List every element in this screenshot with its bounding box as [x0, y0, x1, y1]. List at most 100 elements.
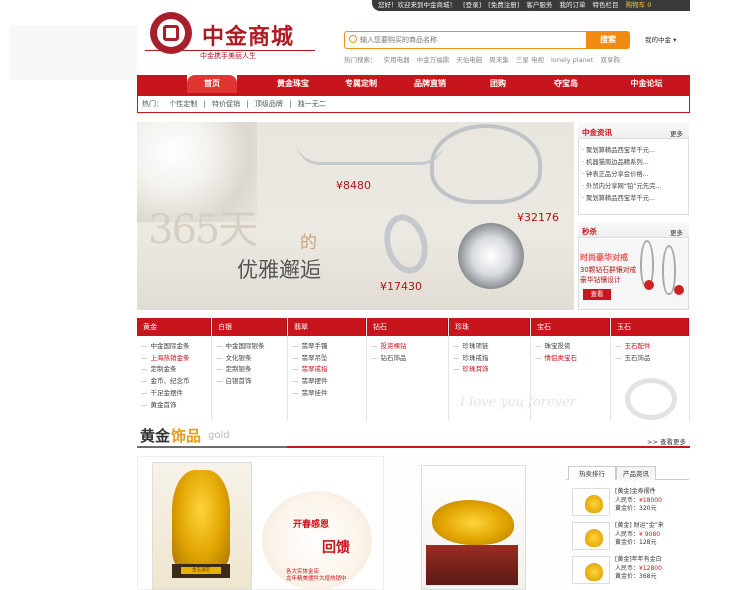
- nav-brand[interactable]: 品牌直销: [399, 75, 461, 93]
- category-link[interactable]: — 黄金首饰: [141, 400, 211, 412]
- list-item[interactable]: [黄金]金寿摆件 人民币：¥18000 黄金价：320元: [568, 486, 688, 518]
- dash-icon: —: [535, 353, 542, 362]
- logo-title[interactable]: 中金商城: [202, 19, 294, 51]
- dash-icon: —: [292, 377, 299, 386]
- category-items: — 珠宝投资 — 情侣类宝石: [531, 336, 610, 364]
- category-link[interactable]: — 白银首饰: [216, 376, 287, 388]
- login-link[interactable]: [登录]: [463, 1, 481, 9]
- news-item-text: 外贸内分享网“铂”元先完...: [586, 183, 662, 190]
- search-button[interactable]: 搜索: [586, 31, 630, 49]
- section-more-link[interactable]: >> 查看更多: [647, 436, 686, 446]
- category-link-text: 情侣类宝石: [544, 353, 578, 362]
- nav-forum[interactable]: 中金论坛: [603, 75, 690, 93]
- hot-search-link[interactable]: 双享购: [600, 56, 620, 64]
- hot-search-label: 热门搜索：: [344, 56, 377, 64]
- price-label: 人民币：: [615, 530, 640, 538]
- category-link[interactable]: — 翡翠戒指: [292, 364, 366, 376]
- category-link[interactable]: — 文化银条: [216, 353, 287, 365]
- category-link[interactable]: — 中金国际银条: [216, 341, 287, 353]
- category-header[interactable]: 玉石: [611, 318, 689, 336]
- news-item[interactable]: · 机器猫周边品精系列...: [582, 157, 686, 169]
- hot-search-link[interactable]: 实用电器: [384, 56, 410, 64]
- customer-service-link[interactable]: 客户服务: [526, 1, 552, 9]
- section-title: 黄金: [140, 427, 171, 445]
- product-price-row: 人民币：¥12800: [615, 565, 662, 574]
- flash-sale-line2: 30颗钻石群镶对戒 豪华钻镶设计: [580, 266, 637, 284]
- category-link[interactable]: — 翡翠手镯: [292, 341, 366, 353]
- my-center-dropdown[interactable]: 我的中金 ▾: [645, 34, 676, 44]
- hot-search-link[interactable]: 周末集: [489, 56, 509, 64]
- category-link[interactable]: — 翡翠挂件: [292, 388, 366, 400]
- news-more-link[interactable]: 更多: [670, 128, 683, 138]
- category-link[interactable]: — 上海热销金条: [141, 353, 211, 365]
- nav-custom[interactable]: 专属定制: [330, 75, 392, 93]
- category-link[interactable]: — 钻石饰品: [371, 353, 448, 365]
- hot-search-link[interactable]: 天伯电脑: [456, 56, 482, 64]
- list-item[interactable]: [黄金] 财运“金”来 人民币：¥ 9080 黄金价：128元: [568, 520, 688, 552]
- category-column: 黄金 — 中金国际金条 — 上海热销金条 — 定制金条 — 金币、纪念币 — 千足金摆件 — 黄金首饰: [137, 318, 212, 421]
- gold-label: 黄金价：: [615, 539, 640, 546]
- top-bar: 您好！欢迎来到中金商城！ [登录] [免费注册] 客户服务 我的订单 特色栏目 …: [372, 0, 690, 11]
- category-link-text: 文化银条: [225, 353, 252, 362]
- list-item[interactable]: [黄金]年年有金白 人民币：¥12800 黄金价：368元: [568, 554, 688, 586]
- nav-treasure-island[interactable]: 夺宝岛: [535, 75, 597, 93]
- category-link-text: 珠宝投资: [544, 342, 571, 350]
- nav-gold-jewelry[interactable]: 黄金珠宝: [262, 75, 324, 93]
- category-header[interactable]: 黄金: [137, 318, 211, 336]
- quick-link[interactable]: 特价促销: [212, 100, 240, 108]
- category-link[interactable]: — 金币、纪念币: [141, 376, 211, 388]
- flash-sale-view-button[interactable]: 查看: [583, 289, 611, 300]
- category-link-text: 千足金摆件: [150, 388, 184, 397]
- banner-price: ¥32176: [517, 211, 559, 224]
- news-item[interactable]: · 外贸内分享网“铂”元先完...: [582, 181, 686, 193]
- category-link[interactable]: — 投资裸钻: [371, 341, 448, 353]
- category-link[interactable]: — 千足金摆件: [141, 388, 211, 400]
- category-link[interactable]: — 情侣类宝石: [535, 353, 610, 365]
- category-column: 白银 — 中金国际银条 — 文化银条 — 定制银条 — 白银首饰: [212, 318, 288, 421]
- category-link[interactable]: — 珍珠项链: [453, 341, 530, 353]
- price-value: ¥18000: [639, 496, 662, 504]
- search-input[interactable]: [360, 33, 580, 46]
- category-link-text: 珍珠项链: [462, 342, 489, 350]
- category-header[interactable]: 翡翠: [288, 318, 366, 336]
- hot-search-link[interactable]: 三星 电视: [516, 56, 544, 64]
- hot-search-link[interactable]: lonely planet: [551, 56, 593, 64]
- category-link[interactable]: — 珠宝投资: [535, 341, 610, 353]
- hot-search-link[interactable]: 中金万福鼎: [417, 56, 450, 64]
- category-link[interactable]: — 玉石饰品: [615, 353, 689, 365]
- featured-link[interactable]: 特色栏目: [593, 1, 619, 9]
- category-link[interactable]: — 中金国际金条: [141, 341, 211, 353]
- quick-link[interactable]: 个性定制: [169, 100, 197, 108]
- nav-home[interactable]: 首页: [187, 75, 237, 93]
- tab-hot-sales[interactable]: 热卖排行: [568, 466, 616, 480]
- category-link[interactable]: — 珍珠戒指: [453, 353, 530, 365]
- category-header[interactable]: 宝石: [531, 318, 610, 336]
- news-item[interactable]: · 聚划算精品西宝萃千元...: [582, 145, 686, 157]
- quick-link[interactable]: 顶级品牌: [255, 100, 283, 108]
- category-link[interactable]: — 珍珠耳饰: [453, 364, 530, 376]
- category-link[interactable]: — 定制银条: [216, 364, 287, 376]
- category-header[interactable]: 白银: [212, 318, 287, 336]
- category-link[interactable]: — 玉石配件: [615, 341, 689, 353]
- register-link[interactable]: [免费注册]: [488, 1, 519, 9]
- flash-sale-line1: 时尚豪华对戒: [580, 253, 628, 262]
- banner-subtitle: 优雅邂逅: [237, 258, 321, 282]
- news-item[interactable]: · 聚划算精品西宝萃千元...: [582, 193, 686, 205]
- my-orders-link[interactable]: 我的订单: [559, 1, 585, 9]
- section-subtitle: gold: [208, 430, 230, 441]
- category-header[interactable]: 珍珠: [449, 318, 530, 336]
- category-header[interactable]: 钻石: [367, 318, 448, 336]
- news-item[interactable]: · 钟表正品分享会价格...: [582, 169, 686, 181]
- gold-label: 黄金价：: [615, 505, 640, 512]
- gold-value: 128元: [639, 539, 657, 546]
- bracelet-image: [296, 141, 444, 165]
- promo-huikui: 回馈: [322, 540, 350, 556]
- cart-link[interactable]: 购物车 0: [626, 1, 652, 9]
- quick-link[interactable]: 独一无二: [298, 100, 326, 108]
- category-link[interactable]: — 定制金条: [141, 364, 211, 376]
- flash-sale-more-link[interactable]: 更多: [670, 227, 683, 237]
- nav-group-buy[interactable]: 团购: [467, 75, 529, 93]
- category-link[interactable]: — 翡翠吊坠: [292, 353, 366, 365]
- category-link[interactable]: — 翡翠摆件: [292, 376, 366, 388]
- tab-product-news[interactable]: 产品资讯: [616, 466, 656, 480]
